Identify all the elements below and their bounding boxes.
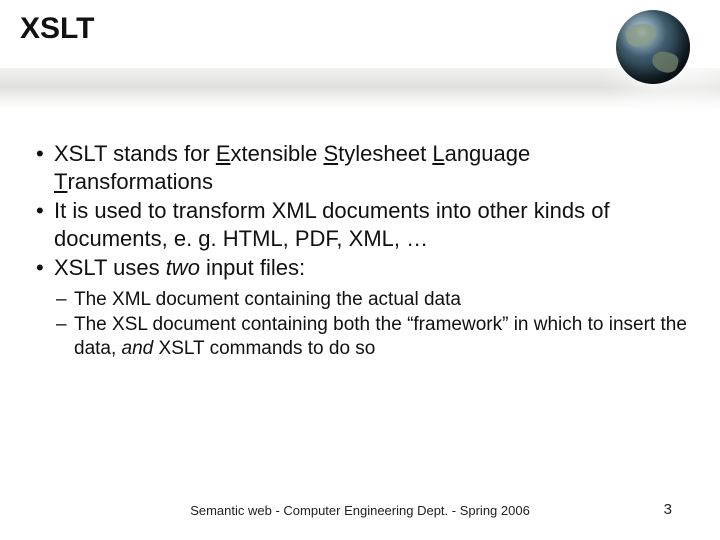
text-run: It is used to transform XML documents in…: [54, 198, 610, 251]
text-run: tylesheet: [338, 141, 432, 166]
sub-bullet-item: The XSL document containing both the “fr…: [30, 313, 690, 362]
slide-body: XSLT stands for Extensible Stylesheet La…: [0, 110, 720, 361]
bullet-item: XSLT uses two input files:: [30, 254, 690, 282]
bullet-item: It is used to transform XML documents in…: [30, 197, 690, 252]
sub-bullet-list: The XML document containing the actual d…: [30, 288, 690, 362]
text-run: E: [216, 141, 231, 166]
text-run: xtensible: [231, 141, 324, 166]
text-run: S: [323, 141, 338, 166]
sub-bullet-item: The XML document containing the actual d…: [30, 288, 690, 312]
page-number: 3: [664, 501, 672, 518]
slide-footer: Semantic web - Computer Engineering Dept…: [0, 503, 720, 518]
bullet-item: XSLT stands for Extensible Stylesheet La…: [30, 140, 690, 195]
header: XSLT: [0, 0, 720, 110]
text-run: XSLT commands to do so: [153, 338, 375, 359]
globe-icon: [616, 10, 690, 84]
text-run: and: [122, 338, 154, 359]
text-run: XSLT stands for: [54, 141, 216, 166]
slide-title: XSLT: [20, 12, 94, 46]
text-run: The XML document containing the actual d…: [74, 289, 461, 310]
text-run: anguage: [445, 141, 531, 166]
text-run: L: [432, 141, 444, 166]
text-run: input files:: [200, 255, 305, 280]
bullet-list: XSLT stands for Extensible Stylesheet La…: [30, 140, 690, 361]
text-run: T: [54, 169, 67, 194]
text-run: two: [166, 255, 200, 280]
text-run: ransformations: [67, 169, 213, 194]
text-run: XSLT uses: [54, 255, 166, 280]
